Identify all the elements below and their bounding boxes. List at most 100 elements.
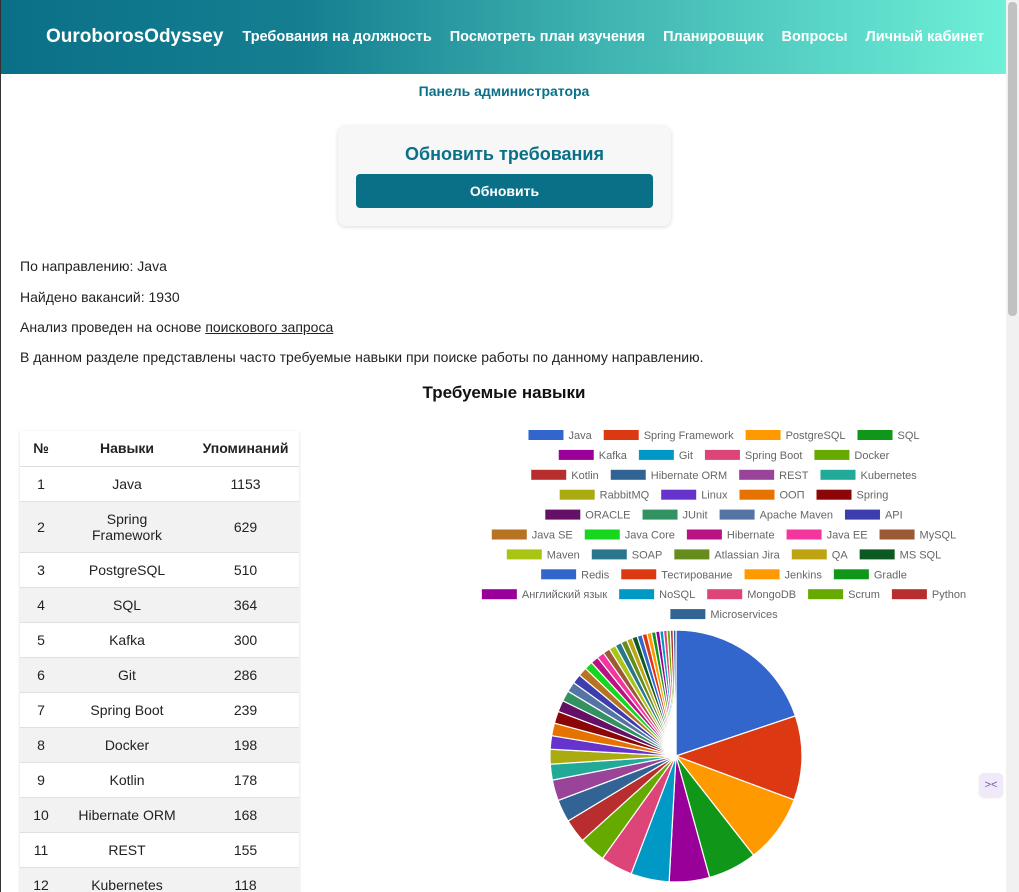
legend-label[interactable]: MS SQL xyxy=(900,549,942,561)
legend-label[interactable]: QA xyxy=(832,549,849,561)
legend-label[interactable]: Kotlin xyxy=(571,470,599,482)
legend-label[interactable]: Apache Maven xyxy=(760,510,833,522)
legend-label[interactable]: Java SE xyxy=(532,530,573,542)
legend-swatch[interactable] xyxy=(833,569,869,580)
legend-label[interactable]: ORACLE xyxy=(585,510,630,522)
legend-label[interactable]: Redis xyxy=(581,569,610,581)
legend-label[interactable]: Atlassian Jira xyxy=(714,549,780,561)
legend-swatch[interactable] xyxy=(506,549,542,560)
legend-label[interactable]: Git xyxy=(679,450,693,462)
legend-label[interactable]: Java Core xyxy=(625,530,675,542)
legend-label[interactable]: Linux xyxy=(701,490,728,502)
nav-link-questions[interactable]: Вопросы xyxy=(781,29,847,45)
legend-swatch[interactable] xyxy=(584,529,620,540)
search-query-link[interactable]: поискового запроса xyxy=(205,319,333,335)
nav-link-account[interactable]: Личный кабинет xyxy=(866,29,985,45)
legend-swatch[interactable] xyxy=(558,449,594,460)
table-row: 3 PostgreSQL 510 xyxy=(20,552,299,588)
legend-swatch[interactable] xyxy=(791,549,827,560)
legend-swatch[interactable] xyxy=(541,569,577,580)
legend-swatch[interactable] xyxy=(531,469,567,480)
legend-swatch[interactable] xyxy=(528,430,564,440)
legend-label[interactable]: Python xyxy=(932,589,966,601)
legend-label[interactable]: ООП xyxy=(779,490,804,502)
legend-label[interactable]: Тестирование xyxy=(661,569,732,581)
scrollbar[interactable] xyxy=(1006,0,1019,892)
legend-swatch[interactable] xyxy=(674,549,710,560)
legend-label[interactable]: Kafka xyxy=(599,450,628,462)
legend-label[interactable]: API xyxy=(885,510,903,522)
legend-label[interactable]: Docker xyxy=(854,450,889,462)
legend-swatch[interactable] xyxy=(844,509,880,520)
legend-swatch[interactable] xyxy=(786,529,822,540)
legend-swatch[interactable] xyxy=(745,430,781,440)
legend-label[interactable]: MySQL xyxy=(920,530,957,542)
legend-swatch[interactable] xyxy=(642,509,678,520)
legend-label[interactable]: Hibernate ORM xyxy=(651,470,727,482)
scrollbar-thumb[interactable] xyxy=(1008,2,1017,316)
legend-swatch[interactable] xyxy=(719,509,755,520)
legend-swatch[interactable] xyxy=(610,469,646,480)
direction-text: По направлению: Java xyxy=(20,258,167,274)
legend-swatch[interactable] xyxy=(879,529,915,540)
legend-swatch[interactable] xyxy=(744,569,780,580)
legend-label[interactable]: Jenkins xyxy=(785,569,823,581)
legend-swatch[interactable] xyxy=(619,589,655,600)
legend-label[interactable]: PostgreSQL xyxy=(786,430,846,442)
code-icon[interactable]: >< xyxy=(979,773,1003,797)
legend-label[interactable]: MongoDB xyxy=(747,589,796,601)
legend-swatch[interactable] xyxy=(739,469,775,480)
legend-label[interactable]: Java xyxy=(568,430,592,442)
legend-swatch[interactable] xyxy=(545,509,581,520)
legend-swatch[interactable] xyxy=(603,430,639,440)
legend-label[interactable]: SOAP xyxy=(632,549,663,561)
legend-swatch[interactable] xyxy=(891,589,927,600)
legend-swatch[interactable] xyxy=(559,489,595,500)
legend-label[interactable]: RabbitMQ xyxy=(600,490,650,502)
cell-skill: REST xyxy=(62,832,192,868)
legend-swatch[interactable] xyxy=(739,489,775,500)
legend-swatch[interactable] xyxy=(591,549,627,560)
nav-link-planner[interactable]: Планировщик xyxy=(663,29,763,45)
legend-swatch[interactable] xyxy=(820,469,856,480)
legend-label[interactable]: NoSQL xyxy=(659,589,695,601)
legend-swatch[interactable] xyxy=(491,529,527,540)
legend-swatch[interactable] xyxy=(661,489,697,500)
legend-swatch[interactable] xyxy=(686,529,722,540)
admin-panel-link[interactable]: Панель администратора xyxy=(1,83,1007,99)
legend-label[interactable]: JUnit xyxy=(683,510,708,522)
page: OuroborosOdyssey Требования на должность… xyxy=(0,0,1019,892)
legend-swatch[interactable] xyxy=(814,449,850,460)
legend-label[interactable]: SQL xyxy=(898,430,920,442)
legend-swatch[interactable] xyxy=(859,549,895,560)
nav-link-requirements[interactable]: Требования на должность xyxy=(242,29,431,45)
legend-label[interactable]: Microservices xyxy=(710,609,778,621)
legend-label[interactable]: Spring Boot xyxy=(745,450,802,462)
legend-label[interactable]: Английский язык xyxy=(522,589,607,601)
nav-link-study-plan[interactable]: Посмотреть план изучения xyxy=(450,29,645,45)
legend-swatch[interactable] xyxy=(670,609,706,620)
legend-label[interactable]: Maven xyxy=(547,549,580,561)
legend-label[interactable]: Spring Framework xyxy=(644,430,734,442)
legend-label[interactable]: Java EE xyxy=(827,530,868,542)
cell-number: 3 xyxy=(20,552,62,588)
legend-swatch[interactable] xyxy=(707,589,743,600)
update-button[interactable]: Обновить xyxy=(356,174,653,208)
table-body: 1 Java 1153 2 Spring Framework 629 3 PostgreSQL… xyxy=(20,466,299,892)
legend-label[interactable]: REST xyxy=(779,470,809,482)
legend-label[interactable]: Kubernetes xyxy=(861,470,918,482)
legend-swatch[interactable] xyxy=(808,589,844,600)
legend-label[interactable]: Spring xyxy=(857,490,889,502)
legend-swatch[interactable] xyxy=(621,569,657,580)
legend-label[interactable]: Gradle xyxy=(874,569,907,581)
legend-swatch[interactable] xyxy=(704,449,740,460)
legend-swatch[interactable] xyxy=(638,449,674,460)
analysis-text: Анализ проведен на основе поискового зап… xyxy=(20,319,333,335)
brand-logo[interactable]: OuroborosOdyssey xyxy=(46,26,223,48)
legend-swatch[interactable] xyxy=(481,589,517,600)
legend-swatch[interactable] xyxy=(857,430,893,440)
legend-label[interactable]: Scrum xyxy=(848,589,880,601)
legend-label[interactable]: Hibernate xyxy=(727,530,775,542)
cell-mentions: 300 xyxy=(192,622,299,658)
legend-swatch[interactable] xyxy=(816,489,852,500)
